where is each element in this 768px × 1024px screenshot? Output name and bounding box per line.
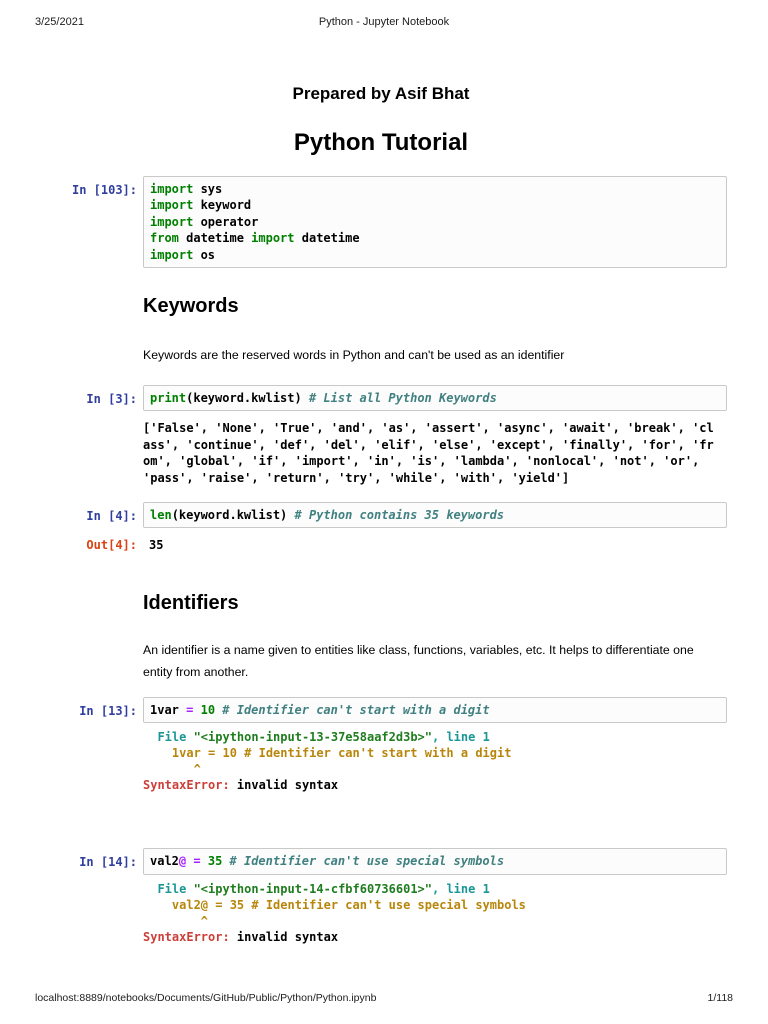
input-prompt: In [103]: <box>35 176 137 198</box>
traceback-error-line: SyntaxError: invalid syntax <box>143 929 727 945</box>
error-traceback: File "<ipython-input-13-37e58aaf2d3b>", … <box>143 729 727 793</box>
traceback-caret-line: ^ <box>143 913 727 929</box>
input-prompt: In [4]: <box>35 502 137 524</box>
error-traceback: File "<ipython-input-14-cfbf60736601>", … <box>143 881 727 945</box>
code-cell-len: In [4]: len(keyword.kwlist) # Python con… <box>35 502 727 528</box>
section-heading-identifiers: Identifiers <box>143 592 727 615</box>
markdown-paragraph-keywords: Keywords are the reserved words in Pytho… <box>35 344 727 366</box>
section-heading-keywords: Keywords <box>143 295 727 318</box>
traceback-error-line: SyntaxError: invalid syntax <box>143 777 727 793</box>
code-cell-kwlist: In [3]: print(keyword.kwlist) # List all… <box>35 385 727 411</box>
traceback-file-line: File "<ipython-input-13-37e58aaf2d3b>", … <box>143 729 727 745</box>
code-input-area: 1var = 10 # Identifier can't start with … <box>143 697 727 723</box>
code-line: 1var = 10 # Identifier can't start with … <box>150 702 720 718</box>
code-line: val2@ = 35 # Identifier can't use specia… <box>150 853 720 869</box>
code-input-area: len(keyword.kwlist) # Python contains 35… <box>143 502 727 528</box>
code-line: import sys <box>150 181 720 197</box>
code-input-area: import sys import keyword import operato… <box>143 176 727 268</box>
footer-page-number: 1/118 <box>708 992 734 1004</box>
traceback-code-line: 1var = 10 # Identifier can't start with … <box>143 745 727 761</box>
notebook-content: Prepared by Asif Bhat Python Tutorial In… <box>0 84 768 945</box>
traceback-caret-line: ^ <box>143 761 727 777</box>
code-line: import keyword <box>150 197 720 213</box>
output-value: 35 <box>143 537 727 553</box>
input-prompt: In [3]: <box>35 385 137 407</box>
code-line: print(keyword.kwlist) # List all Python … <box>150 390 720 406</box>
paragraph-text: Keywords are the reserved words in Pytho… <box>143 344 723 366</box>
traceback-code-line: val2@ = 35 # Identifier can't use specia… <box>143 897 727 913</box>
code-cell-digit-identifier: In [13]: 1var = 10 # Identifier can't st… <box>35 697 727 723</box>
input-prompt: In [14]: <box>35 848 137 870</box>
printed-notebook-page: 3/25/2021 Python - Jupyter Notebook Prep… <box>0 0 768 1024</box>
code-line: import os <box>150 247 720 263</box>
code-input-area: print(keyword.kwlist) # List all Python … <box>143 385 727 411</box>
code-input-area: val2@ = 35 # Identifier can't use specia… <box>143 848 727 874</box>
print-document-title: Python - Jupyter Notebook <box>35 16 733 28</box>
traceback-file-line: File "<ipython-input-14-cfbf60736601>", … <box>143 881 727 897</box>
paragraph-text: An identifier is a name given to entitie… <box>143 639 723 683</box>
output-row: Out[4]: 35 <box>35 537 727 553</box>
print-footer: localhost:8889/notebooks/Documents/GitHu… <box>35 992 733 1004</box>
markdown-cell-keywords: Keywords <box>35 295 727 318</box>
input-prompt: In [13]: <box>35 697 137 719</box>
markdown-paragraph-identifiers: An identifier is a name given to entitie… <box>35 639 727 683</box>
notebook-title: Python Tutorial <box>35 129 727 157</box>
code-line: len(keyword.kwlist) # Python contains 35… <box>150 507 720 523</box>
code-line: import operator <box>150 214 720 230</box>
byline: Prepared by Asif Bhat <box>35 84 727 104</box>
cell-output-keyword-list: ['False', 'None', 'True', 'and', 'as', '… <box>143 420 727 486</box>
output-prompt: Out[4]: <box>35 537 137 553</box>
code-cell-special-symbol-identifier: In [14]: val2@ = 35 # Identifier can't u… <box>35 848 727 874</box>
markdown-cell-identifiers: Identifiers <box>35 592 727 615</box>
code-cell-imports: In [103]: import sys import keyword impo… <box>35 176 727 268</box>
code-line: from datetime import datetime <box>150 230 720 246</box>
footer-url: localhost:8889/notebooks/Documents/GitHu… <box>35 992 376 1004</box>
